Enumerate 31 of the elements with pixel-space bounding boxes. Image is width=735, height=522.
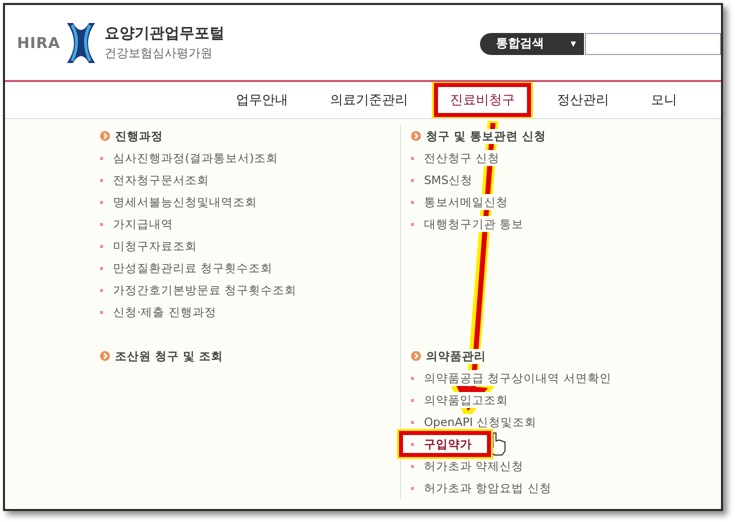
search-field[interactable] bbox=[585, 32, 721, 54]
menu-link[interactable]: 허가초과 약제신청 bbox=[424, 458, 524, 474]
portal-subtitle: 건강보험심사평가원 bbox=[104, 44, 214, 62]
menu-link[interactable]: 만성질환관리료 청구횟수조회 bbox=[113, 260, 273, 276]
portal-title: 요양기관업무포털 bbox=[104, 24, 224, 42]
menu-link[interactable]: 의약품입고조회 bbox=[424, 392, 508, 408]
menu-link[interactable]: 대행청구기관 통보 bbox=[424, 216, 524, 232]
brand-text: HIRA bbox=[17, 34, 60, 52]
nav-tab[interactable]: 진료비청구 bbox=[434, 83, 531, 117]
menu-link[interactable]: 가지급내역 bbox=[113, 216, 173, 232]
menu-link[interactable]: 신청·제출 진행과정 bbox=[113, 304, 216, 320]
menu-link[interactable]: 심사진행과정(결과통보서)조회 bbox=[113, 150, 278, 166]
arrow-bullet-icon bbox=[411, 131, 421, 141]
menu-link[interactable]: 의약품공급 청구상이내역 서면확인 bbox=[424, 370, 612, 386]
arrow-bullet-icon bbox=[100, 131, 110, 141]
menu-link[interactable]: SMS신청 bbox=[424, 172, 473, 188]
menu-link[interactable]: 미청구자료조회 bbox=[113, 238, 197, 254]
menu-heading: 진행과정 bbox=[115, 128, 163, 144]
menu-link[interactable]: 가정간호기본방문료 청구횟수조회 bbox=[113, 282, 297, 298]
menu-heading: 청구 및 통보관련 신청 bbox=[426, 128, 546, 144]
arrow-bullet-icon bbox=[411, 351, 421, 361]
menu-link[interactable]: 명세서불능신청및내역조회 bbox=[113, 194, 257, 210]
menu-heading: 의약품관리 bbox=[426, 348, 486, 364]
arrow-bullet-icon bbox=[100, 351, 110, 361]
menu-link[interactable]: 전자청구문서조회 bbox=[113, 172, 209, 188]
menu-link[interactable]: 전산청구 신청 bbox=[424, 150, 500, 166]
menu-link[interactable]: 허가초과 항암요법 신청 bbox=[424, 480, 552, 496]
menu-link[interactable]: 구입약가 bbox=[424, 436, 472, 452]
menu-link[interactable]: 통보서메일신청 bbox=[424, 194, 508, 210]
menu-link[interactable]: OpenAPI 신청및조회 bbox=[424, 414, 537, 430]
menu-heading: 조산원 청구 및 조회 bbox=[115, 348, 224, 364]
